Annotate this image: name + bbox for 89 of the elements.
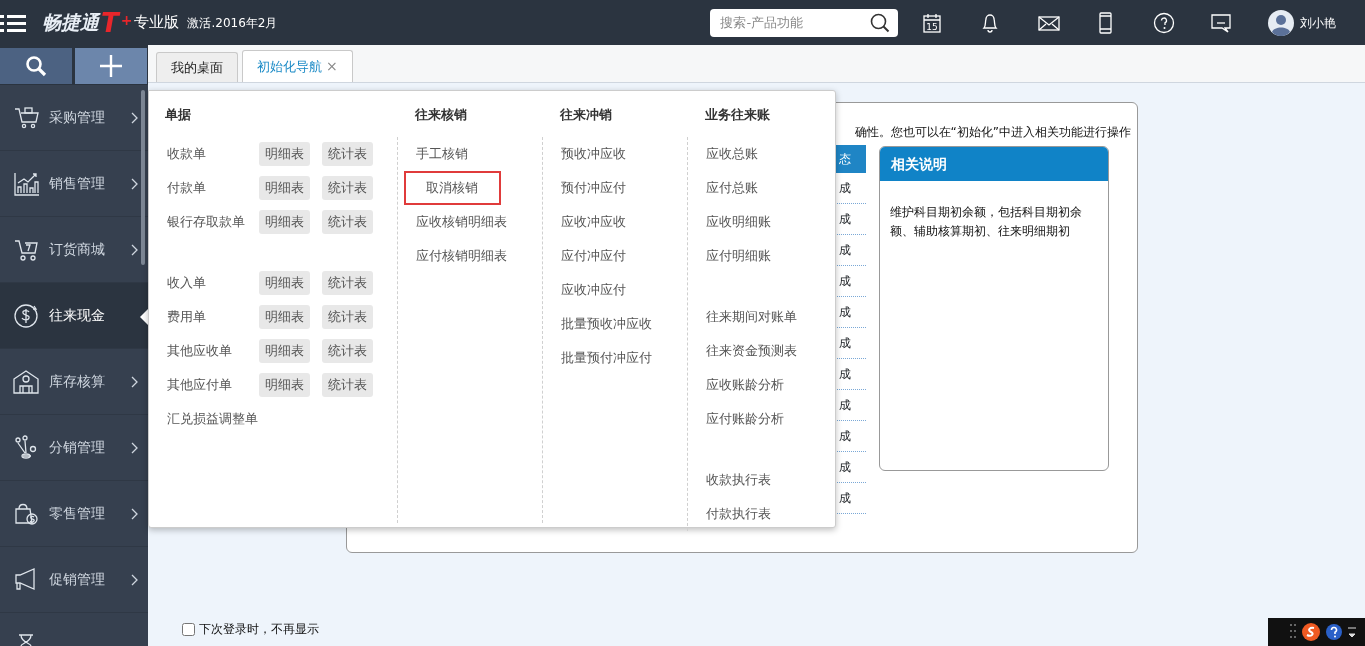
activation-date: 激活.2016年2月 [187,14,278,32]
chat-icon[interactable] [1210,11,1233,34]
help-icon[interactable] [1325,623,1343,641]
report-button[interactable]: 统计表 [322,176,373,200]
report-button[interactable]: 统计表 [322,305,373,329]
plus-icon [99,54,123,78]
menu-item[interactable]: 预付冲应付 [555,173,632,203]
menu-item[interactable]: 应收冲应付 [555,275,632,305]
menu-item[interactable]: 手工核销 [410,139,474,169]
menu-item[interactable]: 应收冲应收 [555,207,632,237]
menu-item[interactable]: 取消核销 [404,171,501,205]
warehouse-icon [13,368,39,395]
checkbox[interactable] [182,622,195,636]
menu-heading: 业务往来账 [704,106,771,124]
menu-item[interactable]: 收入单 [161,268,259,298]
scrollbar[interactable] [141,90,145,265]
menu-heading: 单据 [164,106,192,124]
menu-item[interactable]: 收款单 [161,139,259,169]
menu-item[interactable]: 应收总账 [700,139,764,169]
report-button[interactable]: 统计表 [322,339,373,363]
add-button[interactable] [75,48,147,84]
chevron-icon [131,441,138,454]
menu-item[interactable]: 应付账龄分析 [700,404,790,434]
menu-item[interactable]: 应收核销明细表 [410,207,513,237]
sidebar-item[interactable]: 促销管理 [0,547,148,613]
search-icon[interactable] [870,12,891,33]
report-button[interactable]: 明细表 [259,210,310,234]
menu-heading: 往来冲销 [559,106,613,124]
calendar-icon[interactable]: 15 [921,11,944,34]
menu-item[interactable]: 预收冲应收 [555,139,632,169]
report-button[interactable]: 明细表 [259,339,310,363]
menu-item[interactable]: 往来资金预测表 [700,336,803,366]
menu-item[interactable]: 付款执行表 [700,499,777,529]
menu-icon[interactable] [0,12,26,33]
menu-item[interactable]: 其他应收单 [161,336,259,366]
dollar-icon [13,302,39,329]
menu-item[interactable]: 批量预收冲应收 [555,309,658,339]
menu-heading: 往来核销 [414,106,468,124]
menu-item[interactable]: 其他应付单 [161,370,259,400]
note-text: 维护科目期初余额，包括科目期初余额、辅助核算期初、往来明细期初 [889,204,1083,241]
report-button[interactable]: 统计表 [322,142,373,166]
menu-item[interactable]: 汇兑损益调整单 [161,404,259,434]
user-name[interactable]: 刘小艳 [1300,13,1337,32]
report-button[interactable]: 明细表 [259,271,310,295]
menu-item[interactable]: 付款单 [161,173,259,203]
brand-mark: T [101,9,119,36]
chevron-icon [131,375,138,388]
menu-item[interactable]: 应付冲应付 [555,241,632,271]
menu-item[interactable]: 收款执行表 [700,465,777,495]
help-icon[interactable] [1153,11,1176,34]
avatar-icon[interactable] [1268,9,1295,36]
people-icon [13,434,39,461]
menu-item[interactable]: 应付明细账 [700,241,777,271]
chevron-icon [131,177,138,190]
search-icon [25,55,47,77]
menu-item[interactable]: 批量预付冲应付 [555,343,658,373]
menu-item[interactable]: 应付核销明细表 [410,241,513,271]
menu-item[interactable]: 银行存取款单 [161,207,259,237]
chevron-icon [131,111,138,124]
chevron-icon [131,573,138,586]
close-button[interactable]: × [322,56,338,77]
brand-name: 畅捷通 [42,10,99,36]
report-button[interactable]: 明细表 [259,305,310,329]
chevron-icon [131,243,138,256]
tab[interactable]: 我的桌面 [156,52,238,82]
menu-item[interactable]: 费用单 [161,302,259,332]
checkbox-label[interactable]: 下次登录时，不再显示 [199,620,319,638]
menu-item[interactable]: 往来期间对账单 [700,302,803,332]
brand-mark-plus: + [120,11,133,29]
search-field[interactable]: 搜索-产品功能 [710,8,899,37]
note-title: 相关说明 [880,147,1108,181]
input-method-logo[interactable] [1301,622,1321,642]
tab[interactable]: 初始化导航 × [242,50,353,82]
chart-icon [13,170,39,197]
report-button[interactable]: 统计表 [322,271,373,295]
report-button[interactable]: 明细表 [259,142,310,166]
report-button[interactable]: 统计表 [322,210,373,234]
cart-icon [13,104,39,131]
report-button[interactable]: 明细表 [259,373,310,397]
chevron-icon [131,507,138,520]
search-button[interactable] [0,48,72,84]
report-button[interactable]: 明细表 [259,176,310,200]
menu-item[interactable]: 应收明细账 [700,207,777,237]
sidebar-item[interactable]: 往来现金 [0,283,148,349]
report-button[interactable]: 统计表 [322,373,373,397]
menu-item[interactable]: 应付总账 [700,173,764,203]
menu-item[interactable]: 应收账龄分析 [700,370,790,400]
intro-text: 确性。您也可以在“初始化”中进入相关功能进行操作 [854,124,1131,141]
edition-label: 专业版 [134,12,180,34]
